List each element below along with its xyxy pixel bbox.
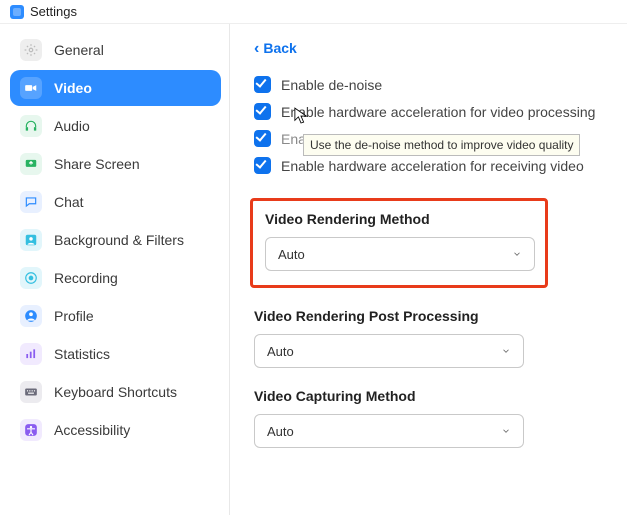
statistics-icon (20, 343, 42, 365)
back-button[interactable]: Back (254, 40, 297, 58)
checkbox-hw-accel-sending[interactable] (254, 130, 271, 147)
dropdown-value: Auto (267, 344, 294, 359)
keyboard-icon (20, 381, 42, 403)
sidebar-item-label: Recording (54, 270, 118, 286)
video-icon (20, 77, 42, 99)
chevron-down-icon (501, 346, 511, 356)
sidebar: General Video Audio Share Screen Chat (0, 24, 230, 515)
highlight-box: Video Rendering Method Auto (250, 198, 548, 288)
sidebar-item-general[interactable]: General (10, 32, 221, 68)
window-title: Settings (30, 4, 77, 19)
dropdown-post-processing[interactable]: Auto (254, 334, 524, 368)
checkbox-enable-denoise[interactable] (254, 76, 271, 93)
sidebar-item-label: Accessibility (54, 422, 130, 438)
sidebar-item-label: Statistics (54, 346, 110, 362)
sidebar-item-statistics[interactable]: Statistics (10, 336, 221, 372)
checkbox-label: Enable de-noise (281, 77, 382, 93)
accessibility-icon (20, 419, 42, 441)
sidebar-item-profile[interactable]: Profile (10, 298, 221, 334)
chevron-down-icon (501, 426, 511, 436)
dropdown-capturing-method[interactable]: Auto (254, 414, 524, 448)
sidebar-item-label: Video (54, 80, 92, 96)
sidebar-item-chat[interactable]: Chat (10, 184, 221, 220)
sidebar-item-label: General (54, 42, 104, 58)
sidebar-item-label: Share Screen (54, 156, 140, 172)
checkbox-hw-accel-processing[interactable] (254, 103, 271, 120)
dropdown-value: Auto (278, 247, 305, 262)
sidebar-item-label: Chat (54, 194, 84, 210)
recording-icon (20, 267, 42, 289)
share-screen-icon (20, 153, 42, 175)
sidebar-item-label: Audio (54, 118, 90, 134)
sidebar-item-label: Background & Filters (54, 232, 184, 248)
sidebar-item-keyboard-shortcuts[interactable]: Keyboard Shortcuts (10, 374, 221, 410)
app-icon (10, 5, 24, 19)
sidebar-item-share-screen[interactable]: Share Screen (10, 146, 221, 182)
dropdown-rendering-method[interactable]: Auto (265, 237, 535, 271)
sidebar-item-audio[interactable]: Audio (10, 108, 221, 144)
gear-icon (20, 39, 42, 61)
sidebar-item-accessibility[interactable]: Accessibility (10, 412, 221, 448)
sidebar-item-video[interactable]: Video (10, 70, 221, 106)
chevron-down-icon (512, 249, 522, 259)
section-title-post-processing: Video Rendering Post Processing (254, 308, 603, 324)
section-title-capturing-method: Video Capturing Method (254, 388, 603, 404)
checkbox-label: Enable hardware acceleration for video p… (281, 104, 595, 120)
tooltip: Use the de-noise method to improve video… (303, 134, 580, 156)
main-panel: Back Enable de-noise Enable hardware acc… (230, 24, 627, 515)
background-icon (20, 229, 42, 251)
sidebar-item-label: Keyboard Shortcuts (54, 384, 177, 400)
chat-icon (20, 191, 42, 213)
dropdown-value: Auto (267, 424, 294, 439)
headphones-icon (20, 115, 42, 137)
profile-icon (20, 305, 42, 327)
checkbox-label: Enable hardware acceleration for receivi… (281, 158, 584, 174)
checkbox-hw-accel-receiving[interactable] (254, 157, 271, 174)
section-title-rendering-method: Video Rendering Method (265, 211, 533, 227)
sidebar-item-label: Profile (54, 308, 94, 324)
sidebar-item-recording[interactable]: Recording (10, 260, 221, 296)
titlebar: Settings (0, 0, 627, 24)
sidebar-item-background-filters[interactable]: Background & Filters (10, 222, 221, 258)
